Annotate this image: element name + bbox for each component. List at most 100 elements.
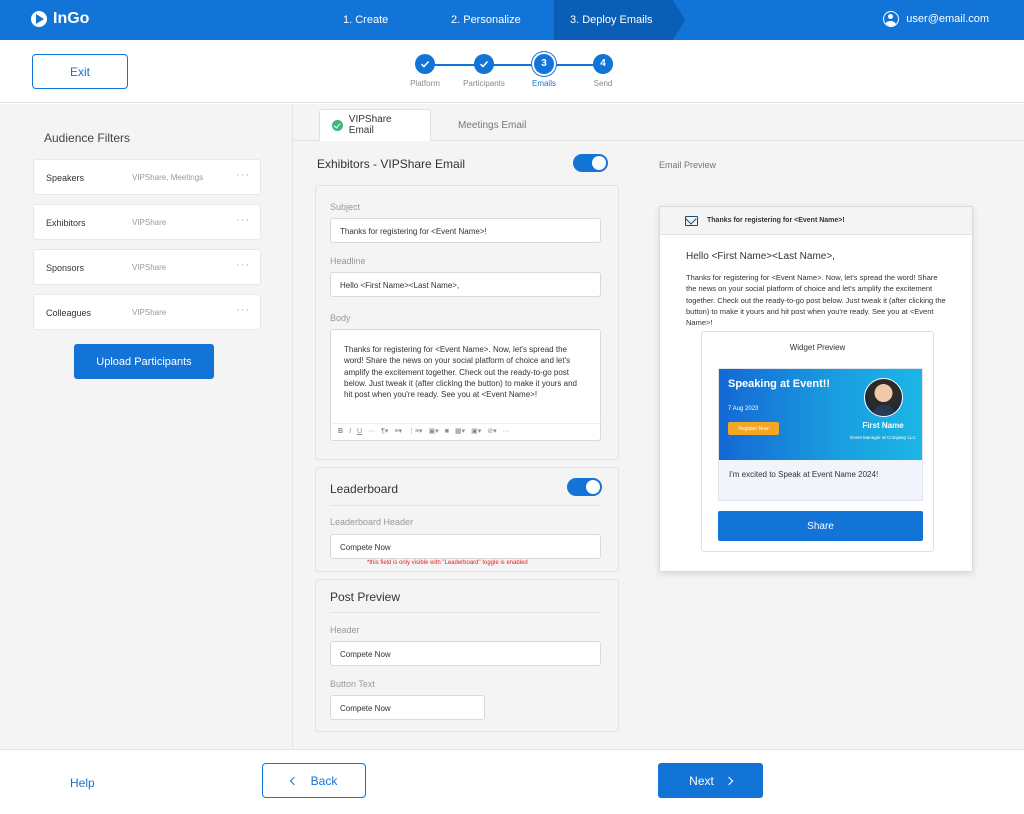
register-now-button[interactable]: Register Now [728, 422, 779, 435]
list-icon[interactable]: ⋮≡▾ [408, 426, 423, 437]
filter-value: VIPShare [132, 308, 167, 317]
next-label: Next [689, 773, 714, 788]
person-name: First Name [862, 421, 904, 430]
main-content: VIPShare Email Meetings Email Exhibitors… [293, 104, 1024, 749]
email-preview-body: Thanks for registering for <Event Name>.… [686, 273, 946, 328]
widget-preview: Widget Preview Speaking at Event!! 7 Aug… [701, 331, 934, 552]
avatar [864, 378, 903, 417]
email-preview-header: Thanks for registering for <Event Name>! [660, 207, 972, 235]
more-options-icon[interactable]: ··· [236, 259, 250, 271]
filter-exhibitors[interactable]: Exhibitors VIPShare ··· [33, 204, 261, 240]
user-menu[interactable]: user@email.com [883, 11, 989, 27]
button-text-label: Button Text [330, 679, 375, 689]
top-nav-bar: InGo 1. Create Event 2. Personalize Post… [0, 0, 1024, 66]
tab-vipshare-email[interactable]: VIPShare Email [319, 109, 431, 141]
breadcrumb: 1. Create Event 2. Personalize Posts 3. … [327, 0, 685, 66]
headline-input[interactable]: Hello <First Name><Last Name>, [330, 272, 601, 297]
filter-name: Speakers [46, 173, 85, 183]
form-title: Exhibitors - VIPShare Email [317, 157, 466, 171]
step-number: 3 [534, 54, 554, 74]
filter-sponsors[interactable]: Sponsors VIPShare ··· [33, 249, 261, 285]
next-button[interactable]: Next [658, 763, 763, 798]
back-button[interactable]: Back [262, 763, 366, 798]
step-label: Participants [463, 79, 505, 88]
email-enabled-toggle[interactable] [573, 154, 608, 172]
step-platform[interactable]: Platform [400, 54, 450, 88]
subject-input[interactable]: Thanks for registering for <Event Name>! [330, 218, 601, 243]
banner-title: Speaking at Event!! [728, 378, 831, 390]
more-options-icon[interactable]: ··· [236, 169, 250, 181]
paragraph-icon[interactable]: ¶▾ [381, 426, 388, 437]
more-options-icon[interactable]: ··· [236, 304, 250, 316]
breadcrumb-deploy-emails[interactable]: 3. Deploy Emails [554, 0, 685, 40]
step-send[interactable]: 4 Send [578, 54, 628, 88]
audience-sidebar: Audience Filters Speakers VIPShare, Meet… [0, 104, 293, 749]
brand-name: InGo [53, 10, 90, 27]
step-participants[interactable]: Participants [459, 54, 509, 88]
leaderboard-toggle[interactable] [567, 478, 602, 496]
clear-format-icon[interactable]: ⊘▾ [487, 426, 496, 437]
mail-icon [685, 216, 698, 226]
email-content-panel: Subject Thanks for registering for <Even… [315, 185, 619, 460]
email-preview-greeting: Hello <First Name><Last Name>, [686, 251, 835, 262]
banner-date: 7 Aug 2023 [728, 406, 759, 412]
step-emails[interactable]: 3 Emails [519, 54, 569, 88]
leaderboard-header-input[interactable]: Compete Now [330, 534, 601, 559]
person-role: Event Manager at Company LLC [850, 435, 916, 440]
filter-name: Colleagues [46, 308, 92, 318]
divider [330, 505, 601, 506]
post-text: I'm excited to Speak at Event Name 2024! [729, 470, 879, 479]
filter-value: VIPShare [132, 218, 167, 227]
bold-icon[interactable]: B [338, 426, 343, 437]
upload-participants-button[interactable]: Upload Participants [74, 344, 214, 379]
social-post-card: Speaking at Event!! 7 Aug 2023 Register … [718, 368, 923, 501]
filter-speakers[interactable]: Speakers VIPShare, Meetings ··· [33, 159, 261, 195]
chevron-left-icon [289, 776, 298, 785]
more-options-icon[interactable]: ··· [236, 214, 250, 226]
table-icon[interactable]: ▦▾ [455, 426, 465, 437]
italic-icon[interactable]: I [349, 426, 351, 437]
breadcrumb-create-event[interactable]: 1. Create Event [327, 0, 435, 66]
event-banner: Speaking at Event!! 7 Aug 2023 Register … [719, 369, 922, 460]
breadcrumb-personalize-posts[interactable]: 2. Personalize Posts [435, 0, 554, 66]
step-number: 4 [593, 54, 613, 74]
body-textarea[interactable]: Thanks for registering for <Event Name>.… [330, 329, 601, 441]
image-icon[interactable]: ▣▾ [429, 426, 439, 437]
headline-label: Headline [330, 256, 366, 266]
subject-label: Subject [330, 202, 361, 212]
button-text-input[interactable]: Compete Now [330, 695, 485, 720]
more-format-icon[interactable]: ··· [368, 426, 375, 437]
embed-icon[interactable]: ▣▾ [471, 426, 481, 437]
post-header-input[interactable]: Compete Now [330, 641, 601, 666]
rich-text-toolbar: B I U ··· ¶▾ ≡▾ ⋮≡▾ ▣▾ ■ ▦▾ ▣▾ ⊘▾ ··· [332, 423, 601, 439]
email-preview-subject: Thanks for registering for <Event Name>! [707, 217, 845, 224]
email-preview: Thanks for registering for <Event Name>!… [659, 206, 973, 572]
tab-label: VIPShare Email [348, 114, 392, 136]
share-button[interactable]: Share [718, 511, 923, 541]
tab-meetings-email[interactable]: Meetings Email [446, 109, 538, 141]
body-label: Body [330, 313, 351, 323]
app-logo[interactable]: InGo [31, 10, 89, 28]
body-text: Thanks for registering for <Event Name>.… [344, 345, 577, 400]
logo-icon [31, 11, 47, 27]
align-icon[interactable]: ≡▾ [394, 426, 402, 437]
filter-name: Exhibitors [46, 218, 86, 228]
video-icon[interactable]: ■ [445, 426, 449, 437]
underline-icon[interactable]: U [357, 426, 362, 437]
leaderboard-note: *this field is only visible with "Leader… [367, 560, 528, 566]
step-label: Platform [410, 79, 440, 88]
tab-label: Meetings Email [458, 119, 527, 131]
post-preview-title: Post Preview [330, 590, 401, 604]
step-label: Emails [531, 79, 556, 88]
user-email: user@email.com [906, 13, 989, 25]
step-label: Send [593, 79, 613, 88]
chevron-right-icon [724, 776, 734, 785]
divider [330, 612, 601, 613]
help-link[interactable]: Help [70, 776, 95, 790]
more-tools-icon[interactable]: ··· [503, 426, 510, 437]
email-preview-label: Email Preview [659, 160, 717, 170]
email-tabs: VIPShare Email Meetings Email [293, 104, 1024, 141]
filter-colleagues[interactable]: Colleagues VIPShare ··· [33, 294, 261, 330]
exit-button[interactable]: Exit [32, 54, 128, 89]
post-preview-panel: Post Preview Header Compete Now Button T… [315, 579, 619, 732]
